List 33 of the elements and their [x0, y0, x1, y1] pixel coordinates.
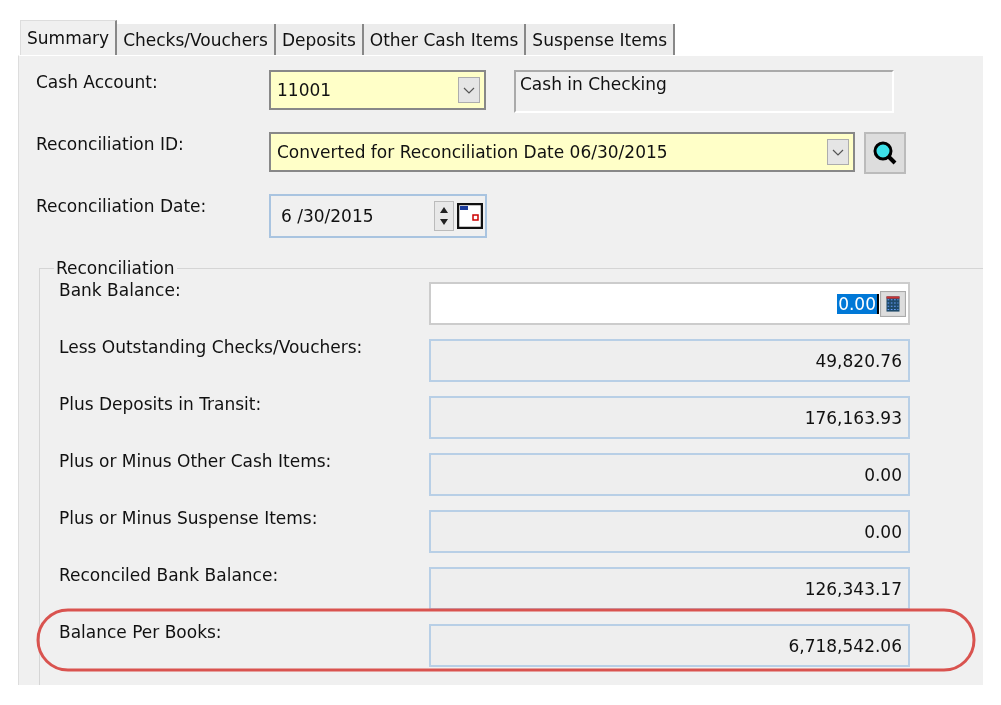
search-icon	[871, 139, 899, 167]
group-title: Reconciliation	[55, 258, 176, 278]
tab[interactable]: Other Cash Items	[363, 24, 527, 55]
field-label: Cash Account:	[36, 71, 159, 92]
account-dropdown[interactable]: 11001	[269, 70, 486, 110]
field-label: Balance Per Books:	[59, 621, 223, 642]
amount-field[interactable]: 0.00	[429, 282, 910, 325]
field-label: Plus Deposits in Transit:	[59, 393, 263, 414]
selected-text: 0.00	[837, 293, 879, 314]
spinner-icon[interactable]	[434, 201, 454, 231]
search-button[interactable]	[864, 132, 906, 174]
amount-field: 6,718,542.06	[429, 624, 910, 667]
field-label: Reconciliation ID:	[36, 133, 185, 154]
amount-field: 0.00	[429, 453, 910, 496]
field-label: Plus or Minus Other Cash Items:	[59, 450, 333, 471]
account-description-field: Cash in Checking	[514, 70, 894, 113]
reconciliation-id-dropdown[interactable]: Converted for Reconciliation Date 06/30/2015	[269, 132, 855, 172]
tab[interactable]: Deposits	[275, 24, 364, 55]
amount-field: 0.00	[429, 510, 910, 553]
calculator-icon[interactable]	[880, 290, 906, 317]
tab[interactable]: Summary	[20, 20, 118, 55]
field-label: Less Outstanding Checks/Vouchers:	[59, 336, 364, 357]
tab[interactable]: Checks/Vouchers	[117, 24, 276, 55]
amount-field: 176,163.93	[429, 396, 910, 439]
amount-field: 49,820.76	[429, 339, 910, 382]
amount-field: 126,343.17	[429, 567, 910, 610]
tab[interactable]: Suspense Items	[526, 24, 676, 55]
field-label: Reconciliation Date:	[36, 195, 208, 216]
date-field[interactable]: 6 /30/2015	[269, 194, 487, 238]
field-label: Reconciled Bank Balance:	[59, 564, 280, 585]
field-label: Bank Balance:	[59, 279, 182, 300]
calendar-icon[interactable]	[457, 203, 483, 229]
field-label: Plus or Minus Suspense Items:	[59, 507, 319, 528]
